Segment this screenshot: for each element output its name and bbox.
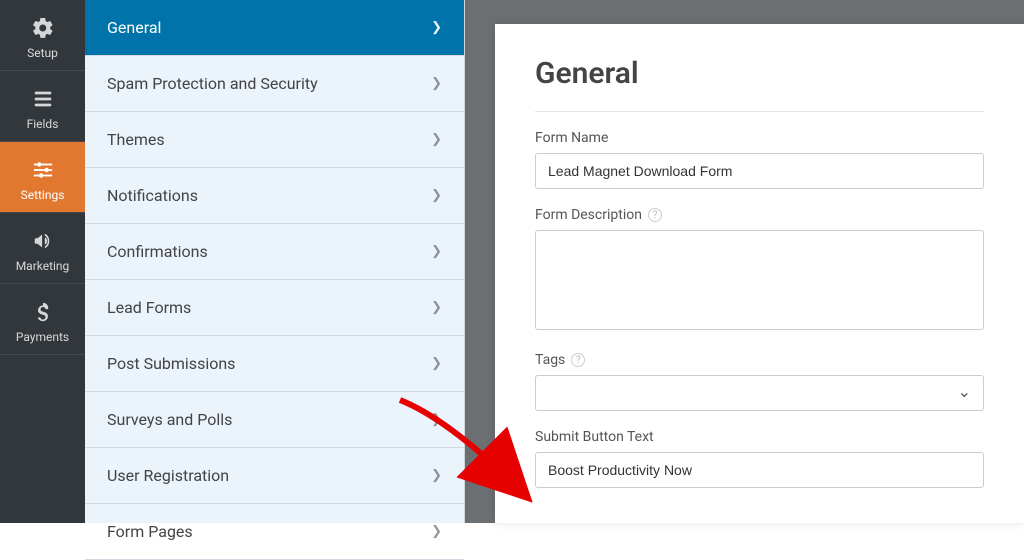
chevron-right-icon: ❯ [431,356,442,371]
nav-settings[interactable]: Settings [0,142,85,213]
workspace: General Form Name Form Description ? Tag… [465,0,1024,523]
submenu-user-registration[interactable]: User Registration ❯ [85,448,464,504]
form-desc-textarea[interactable] [535,230,984,330]
submenu-post-submissions[interactable]: Post Submissions ❯ [85,336,464,392]
chevron-right-icon: ❯ [431,412,442,427]
panel-heading: General [535,56,984,112]
submenu-label: Surveys and Polls [107,410,232,429]
chevron-right-icon: ❯ [431,76,442,91]
help-icon[interactable]: ? [571,353,585,367]
form-name-label: Form Name [535,130,984,146]
submenu-themes[interactable]: Themes ❯ [85,112,464,168]
settings-panel: General Form Name Form Description ? Tag… [495,24,1024,523]
nav-settings-label: Settings [21,188,65,202]
chevron-right-icon: ❯ [431,20,442,35]
submenu-general[interactable]: General ❯ [85,0,464,56]
settings-submenu: General ❯ Spam Protection and Security ❯… [85,0,465,523]
submenu-label: Lead Forms [107,298,191,317]
submenu-lead-forms[interactable]: Lead Forms ❯ [85,280,464,336]
submenu-label: User Registration [107,466,229,485]
submenu-label: Notifications [107,186,198,205]
submenu-notifications[interactable]: Notifications ❯ [85,168,464,224]
submenu-label: Post Submissions [107,354,235,373]
submenu-surveys-polls[interactable]: Surveys and Polls ❯ [85,392,464,448]
submenu-form-pages[interactable]: Form Pages ❯ [85,504,464,560]
submenu-label: Themes [107,130,165,149]
submenu-label: Spam Protection and Security [107,74,318,93]
submit-text-input[interactable] [535,452,984,488]
chevron-right-icon: ❯ [431,300,442,315]
form-desc-label: Form Description ? [535,207,984,223]
help-icon[interactable]: ? [648,208,662,222]
submenu-label: General [107,18,161,37]
chevron-right-icon: ❯ [431,132,442,147]
primary-nav: Setup Fields Settings Marketing Payments [0,0,85,523]
sliders-icon [30,157,56,183]
tags-label: Tags ? [535,352,984,368]
tags-label-text: Tags [535,352,565,368]
chevron-right-icon: ❯ [431,468,442,483]
nav-fields[interactable]: Fields [0,71,85,142]
submenu-label: Confirmations [107,242,208,261]
list-icon [30,86,56,112]
form-name-input[interactable] [535,153,984,189]
megaphone-icon [30,228,56,254]
nav-fields-label: Fields [27,117,59,131]
tags-select[interactable] [535,375,984,411]
submenu-label: Form Pages [107,522,193,541]
nav-setup[interactable]: Setup [0,0,85,71]
nav-marketing-label: Marketing [16,259,70,273]
chevron-right-icon: ❯ [431,188,442,203]
submit-text-label: Submit Button Text [535,429,984,445]
chevron-right-icon: ❯ [431,244,442,259]
gear-icon [30,15,56,41]
form-desc-label-text: Form Description [535,207,642,223]
dollar-icon [30,299,56,325]
nav-marketing[interactable]: Marketing [0,213,85,284]
nav-payments-label: Payments [16,330,69,344]
nav-payments[interactable]: Payments [0,284,85,355]
nav-setup-label: Setup [27,46,58,60]
chevron-right-icon: ❯ [431,524,442,539]
submenu-spam[interactable]: Spam Protection and Security ❯ [85,56,464,112]
submenu-confirmations[interactable]: Confirmations ❯ [85,224,464,280]
